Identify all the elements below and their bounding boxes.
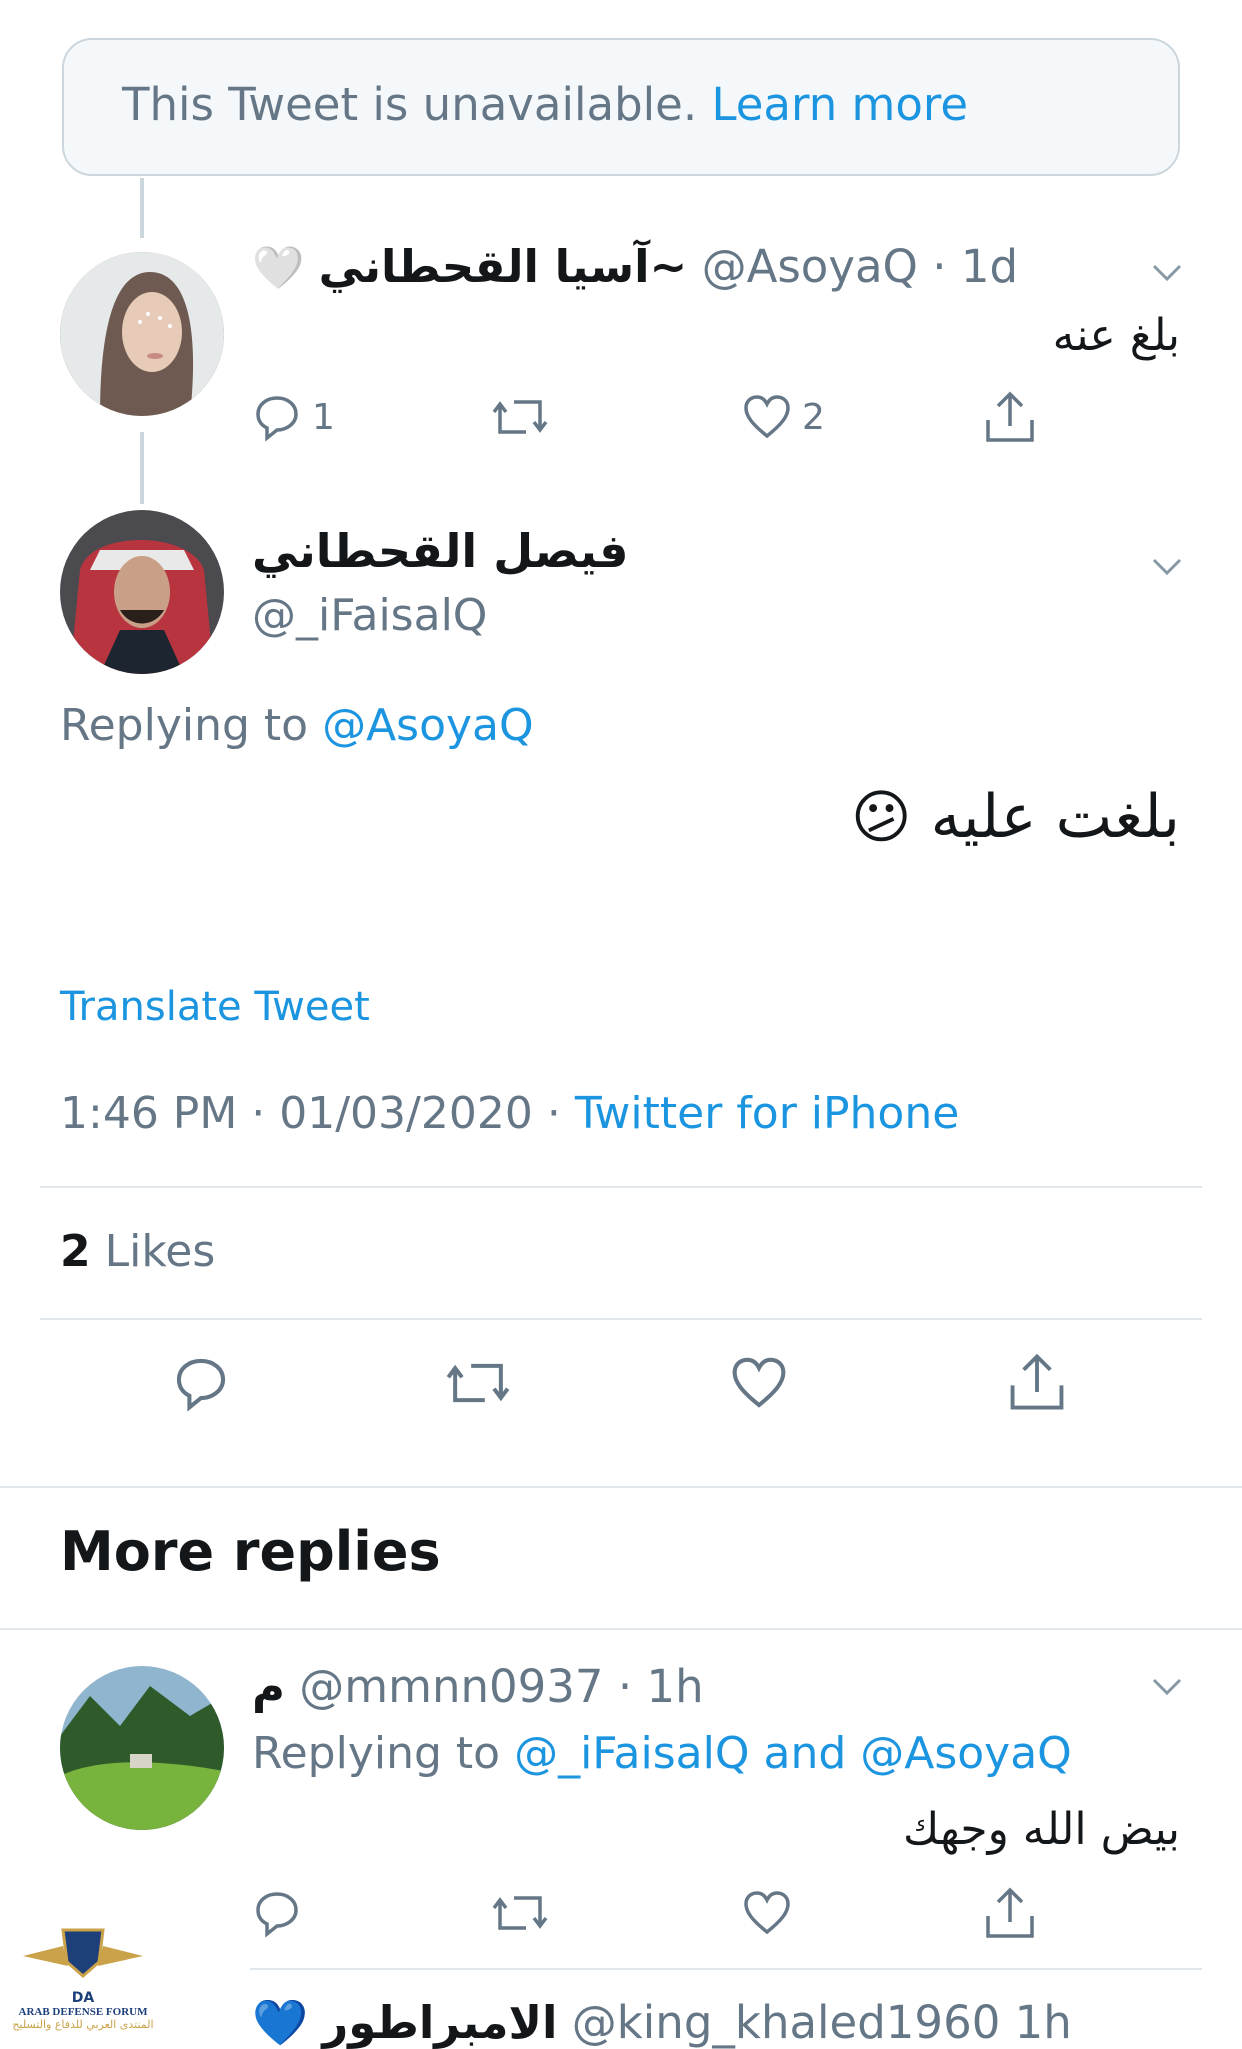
avatar-ifaisalq[interactable]	[60, 510, 224, 674]
tweet1-body: بلغ عنه	[1052, 310, 1180, 361]
avatar-mmnn0937[interactable]	[60, 1666, 224, 1830]
main-tweet-body: بلغت عليه 😕	[851, 782, 1180, 852]
thread-connector	[140, 178, 144, 238]
retweet-button[interactable]	[446, 1354, 510, 1412]
retweet-button[interactable]	[492, 392, 548, 442]
like-icon	[732, 1357, 786, 1408]
author-display-name[interactable]: فيصل القحطاني	[252, 524, 629, 578]
watermark-line1: ARAB DEFENSE FORUM	[18, 2006, 148, 2018]
like-icon	[744, 1891, 790, 1935]
share-button[interactable]	[984, 390, 1036, 444]
source-link[interactable]: Twitter for iPhone	[575, 1088, 959, 1139]
divider	[0, 1628, 1242, 1630]
retweet-button[interactable]	[492, 1888, 548, 1938]
handle[interactable]: @mmnn0937	[299, 1660, 603, 1713]
shield-wings-icon	[23, 1928, 143, 1978]
display-name[interactable]: آسيا القحطاني~	[319, 240, 688, 293]
share-button[interactable]	[984, 1886, 1036, 1940]
reply-icon	[256, 1892, 298, 1938]
watermark-line2: المنتدى العربي للدفاع والتسليح	[12, 2018, 154, 2031]
share-button[interactable]	[1008, 1352, 1066, 1412]
share-icon	[1010, 1353, 1064, 1410]
watermark-logo: DA ARAB DEFENSE FORUM المنتدى العربي للد…	[8, 1926, 158, 2044]
handle[interactable]: @AsoyaQ	[702, 240, 918, 293]
like-button[interactable]	[730, 1354, 788, 1412]
watermark-logo-text: DA	[71, 1990, 95, 2006]
reply-icon	[256, 396, 298, 442]
replying-to: Replying to @AsoyaQ	[60, 700, 534, 751]
reply-button[interactable]: 1	[252, 392, 335, 442]
learn-more-link[interactable]: Learn more	[711, 78, 968, 131]
unavailable-message: This Tweet is unavailable. Learn more	[122, 78, 969, 131]
divider	[40, 1318, 1202, 1320]
author-handle[interactable]: @_iFaisalQ	[252, 590, 487, 641]
replying-to-link[interactable]: @AsoyaQ	[322, 700, 534, 751]
timestamp: 1h	[646, 1660, 704, 1713]
unavailable-tweet-card: This Tweet is unavailable. Learn more	[62, 38, 1180, 176]
retweet-icon	[492, 1896, 548, 1930]
thread-connector	[140, 432, 144, 504]
reply-icon	[176, 1358, 226, 1412]
reply1-body: بيض الله وجهك	[903, 1804, 1180, 1855]
confused-face-emoji: 😕	[851, 783, 912, 851]
likes-count[interactable]: 2 Likes	[60, 1226, 215, 1277]
retweet-icon	[492, 400, 548, 434]
avatar-asoyaq[interactable]	[60, 252, 224, 416]
share-icon	[986, 391, 1034, 442]
more-replies-heading: More replies	[60, 1520, 441, 1583]
display-name[interactable]: م	[252, 1660, 285, 1713]
like-button[interactable]	[742, 1888, 792, 1938]
like-button[interactable]: 2	[742, 392, 825, 442]
reply1-header: م @mmnn0937 · 1h	[252, 1660, 704, 1713]
reply-button[interactable]	[252, 1888, 302, 1938]
share-icon	[986, 1887, 1034, 1938]
tweet-meta: 1:46 PM · 01/03/2020 · Twitter for iPhon…	[60, 1088, 960, 1139]
chevron-down-icon[interactable]	[1152, 264, 1182, 282]
divider	[250, 1968, 1202, 1970]
replying-to-link[interactable]: @_iFaisalQ and @AsoyaQ	[514, 1728, 1072, 1779]
timestamp: 1d	[960, 240, 1019, 293]
divider	[0, 1486, 1242, 1488]
chevron-down-icon[interactable]	[1152, 558, 1182, 576]
divider	[40, 1186, 1202, 1188]
heart-emoji: 🤍	[252, 243, 305, 292]
like-icon	[744, 395, 790, 439]
reply1-replying-to: Replying to @_iFaisalQ and @AsoyaQ	[252, 1728, 1072, 1779]
reply2-partial-header: 💙 الامبراطور @king_khaled1960 1h	[252, 1996, 1072, 2049]
chevron-down-icon[interactable]	[1152, 1678, 1182, 1696]
reply-button[interactable]	[172, 1354, 230, 1412]
tweet1-header: 🤍 آسيا القحطاني~ @AsoyaQ · 1d	[252, 240, 1019, 293]
translate-tweet-link[interactable]: Translate Tweet	[60, 984, 370, 1030]
retweet-icon	[446, 1363, 510, 1403]
